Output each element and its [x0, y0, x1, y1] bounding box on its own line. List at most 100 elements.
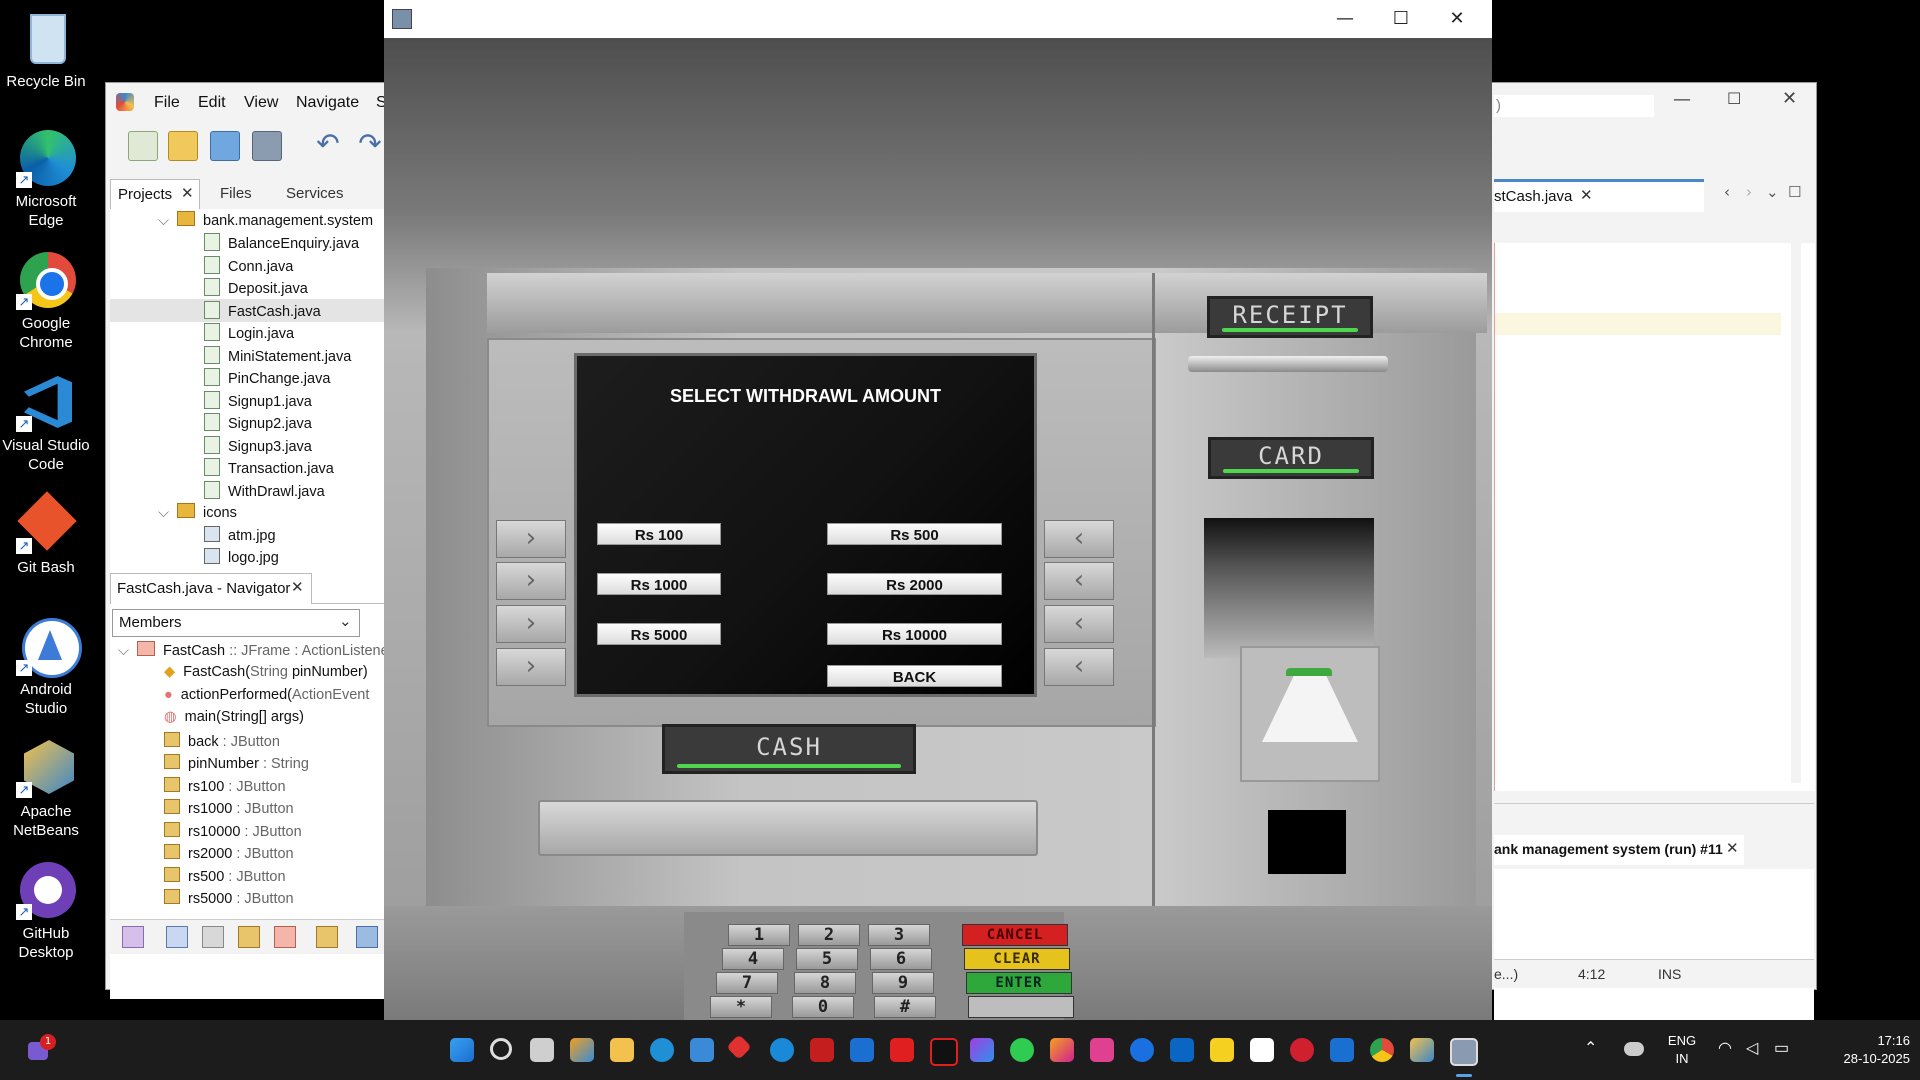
tree-file[interactable]: BalanceEnquiry.java — [204, 233, 359, 252]
app-red-diamond-icon[interactable] — [726, 1034, 752, 1060]
chrome-taskbar-icon[interactable] — [1370, 1038, 1394, 1062]
close-icon[interactable]: ✕ — [181, 184, 194, 202]
close-window-icon[interactable]: ✕ — [1782, 88, 1797, 109]
app-purple-icon[interactable] — [970, 1038, 994, 1062]
nav-member[interactable]: rs100 : JButton — [164, 777, 286, 795]
desktop-icon-android-studio[interactable]: ↗ Android Studio — [0, 616, 92, 718]
chevron-down-icon[interactable]: ⌄ — [1766, 183, 1779, 201]
battery-icon[interactable]: ▭ — [1774, 1038, 1789, 1058]
nav-member[interactable]: rs2000 : JButton — [164, 844, 294, 862]
maximize-editor-icon[interactable]: ☐ — [1788, 183, 1801, 201]
desktop-icon-netbeans[interactable]: ↗ Apache NetBeans — [0, 738, 92, 840]
rs500-button[interactable]: Rs 500 — [827, 523, 1002, 545]
mcafee-icon[interactable] — [810, 1038, 834, 1062]
tab-navigator[interactable]: FastCash.java - Navigator ✕ — [110, 573, 312, 604]
edge-taskbar-icon[interactable] — [650, 1038, 674, 1062]
clock[interactable]: 17:16 28-10-2025 — [1814, 1032, 1911, 1068]
tree-file[interactable]: PinChange.java — [204, 368, 330, 387]
file-explorer-icon[interactable] — [610, 1038, 634, 1062]
amazon-icon[interactable] — [1250, 1038, 1274, 1062]
rs5000-button[interactable]: Rs 5000 — [597, 623, 721, 645]
menu-navigate[interactable]: Navigate — [296, 94, 359, 112]
nav-member[interactable]: ◍ main(String[] args) — [164, 709, 304, 725]
store-icon[interactable] — [690, 1038, 714, 1062]
sort-by-name-icon[interactable] — [274, 926, 296, 948]
task-view-icon[interactable] — [530, 1038, 554, 1062]
rs2000-button[interactable]: Rs 2000 — [827, 573, 1002, 595]
search-box[interactable]: ) — [1494, 95, 1654, 117]
tree-image-file[interactable]: atm.jpg — [204, 526, 276, 544]
tree-file[interactable]: Deposit.java — [204, 278, 308, 297]
volume-icon[interactable]: ◁ — [1746, 1038, 1758, 1058]
save-all-icon[interactable] — [252, 131, 282, 161]
tree-file[interactable]: MiniStatement.java — [204, 346, 351, 365]
desktop-icon-edge[interactable]: ↗ Microsoft Edge — [0, 128, 92, 230]
fields-filter-icon[interactable] — [166, 926, 188, 948]
java-app-taskbar-icon[interactable] — [1450, 1038, 1478, 1066]
nav-member[interactable]: rs1000 : JButton — [164, 799, 294, 817]
netbeans-taskbar-icon[interactable] — [1410, 1038, 1434, 1062]
nonpublic-filter-icon[interactable] — [238, 926, 260, 948]
tree-file[interactable]: Login.java — [204, 323, 294, 342]
tree-image-file[interactable]: logo.jpg — [204, 548, 279, 566]
minimize-icon[interactable]: — — [1673, 89, 1691, 110]
static-filter-icon[interactable] — [202, 926, 224, 948]
close-button[interactable]: ✕ — [1427, 0, 1487, 38]
close-icon[interactable]: ✕ — [1726, 839, 1739, 857]
editor-scrollbar[interactable] — [1791, 243, 1801, 783]
nav-class[interactable]: ⌵ FastCash :: JFrame : ActionListener — [118, 641, 394, 659]
rs10000-button[interactable]: Rs 10000 — [827, 623, 1002, 645]
members-filter-select[interactable]: Members ⌄ — [112, 609, 360, 637]
nav-member[interactable]: rs5000 : JButton — [164, 889, 294, 907]
nav-member[interactable]: pinNumber : String — [164, 754, 309, 772]
tree-file[interactable]: Signup1.java — [204, 391, 312, 410]
maximize-icon[interactable]: ☐ — [1727, 89, 1741, 108]
tab-files[interactable]: Files — [220, 185, 252, 202]
app-pink-icon[interactable] — [1090, 1038, 1114, 1062]
output-console[interactable] — [1494, 869, 1814, 1037]
widgets-icon[interactable]: 1 — [28, 1034, 56, 1062]
nav-member[interactable]: ◆ FastCash(String pinNumber) — [164, 664, 368, 680]
pinterest-icon[interactable] — [1290, 1038, 1314, 1062]
chevron-right-icon[interactable]: › — [1746, 183, 1752, 201]
close-icon[interactable]: ✕ — [1580, 186, 1593, 204]
tree-file[interactable]: Signup2.java — [204, 413, 312, 432]
new-file-icon[interactable] — [128, 131, 158, 161]
desktop-icon-git-bash[interactable]: ↗ Git Bash — [0, 491, 92, 577]
tree-package[interactable]: ⌵ bank.management.system — [158, 211, 373, 229]
maximize-button[interactable]: ☐ — [1371, 0, 1431, 38]
nav-member[interactable]: rs500 : JButton — [164, 867, 286, 885]
tree-folder[interactable]: ⌵ icons — [158, 503, 237, 521]
nav-member[interactable]: rs10000 : JButton — [164, 822, 302, 840]
onedrive-icon[interactable] — [1624, 1042, 1644, 1056]
open-project-icon[interactable] — [210, 131, 240, 161]
nav-member[interactable]: ● actionPerformed(ActionEvent — [164, 687, 369, 703]
back-button[interactable]: BACK — [827, 665, 1002, 687]
desktop-icon-vscode[interactable]: ↗ Visual Studio Code — [0, 372, 92, 474]
facebook-icon[interactable] — [1130, 1038, 1154, 1062]
redo-icon[interactable]: ↷ — [356, 130, 384, 159]
nav-member[interactable]: back : JButton — [164, 732, 280, 750]
desktop-icon-github-desktop[interactable]: ↗ GitHub Desktop — [0, 860, 92, 962]
tree-file-selected[interactable]: FastCash.java — [204, 301, 321, 320]
undo-icon[interactable]: ↶ — [314, 130, 342, 159]
editor-tab[interactable]: stCash.java ✕ — [1494, 179, 1704, 212]
instagram-icon[interactable] — [1050, 1038, 1074, 1062]
menu-edit[interactable]: Edit — [198, 94, 226, 112]
sort-by-source-icon[interactable] — [316, 926, 338, 948]
output-tab[interactable]: ank management system (run) #11 ✕ — [1494, 835, 1744, 865]
tab-services[interactable]: Services — [286, 185, 344, 202]
new-project-icon[interactable] — [168, 131, 198, 161]
rs100-button[interactable]: Rs 100 — [597, 523, 721, 545]
tree-file[interactable]: Conn.java — [204, 256, 293, 275]
whatsapp-icon[interactable] — [1010, 1038, 1034, 1062]
code-editor[interactable] — [1494, 243, 1815, 791]
outlook-icon[interactable] — [850, 1038, 874, 1062]
menu-view[interactable]: View — [244, 94, 278, 112]
wifi-icon[interactable]: ◠ — [1718, 1038, 1732, 1058]
search-icon[interactable] — [490, 1038, 512, 1060]
tree-file[interactable]: Transaction.java — [204, 458, 334, 477]
tree-file[interactable]: Signup3.java — [204, 436, 312, 455]
close-icon[interactable]: ✕ — [291, 578, 304, 596]
fqn-icon[interactable] — [356, 926, 378, 948]
